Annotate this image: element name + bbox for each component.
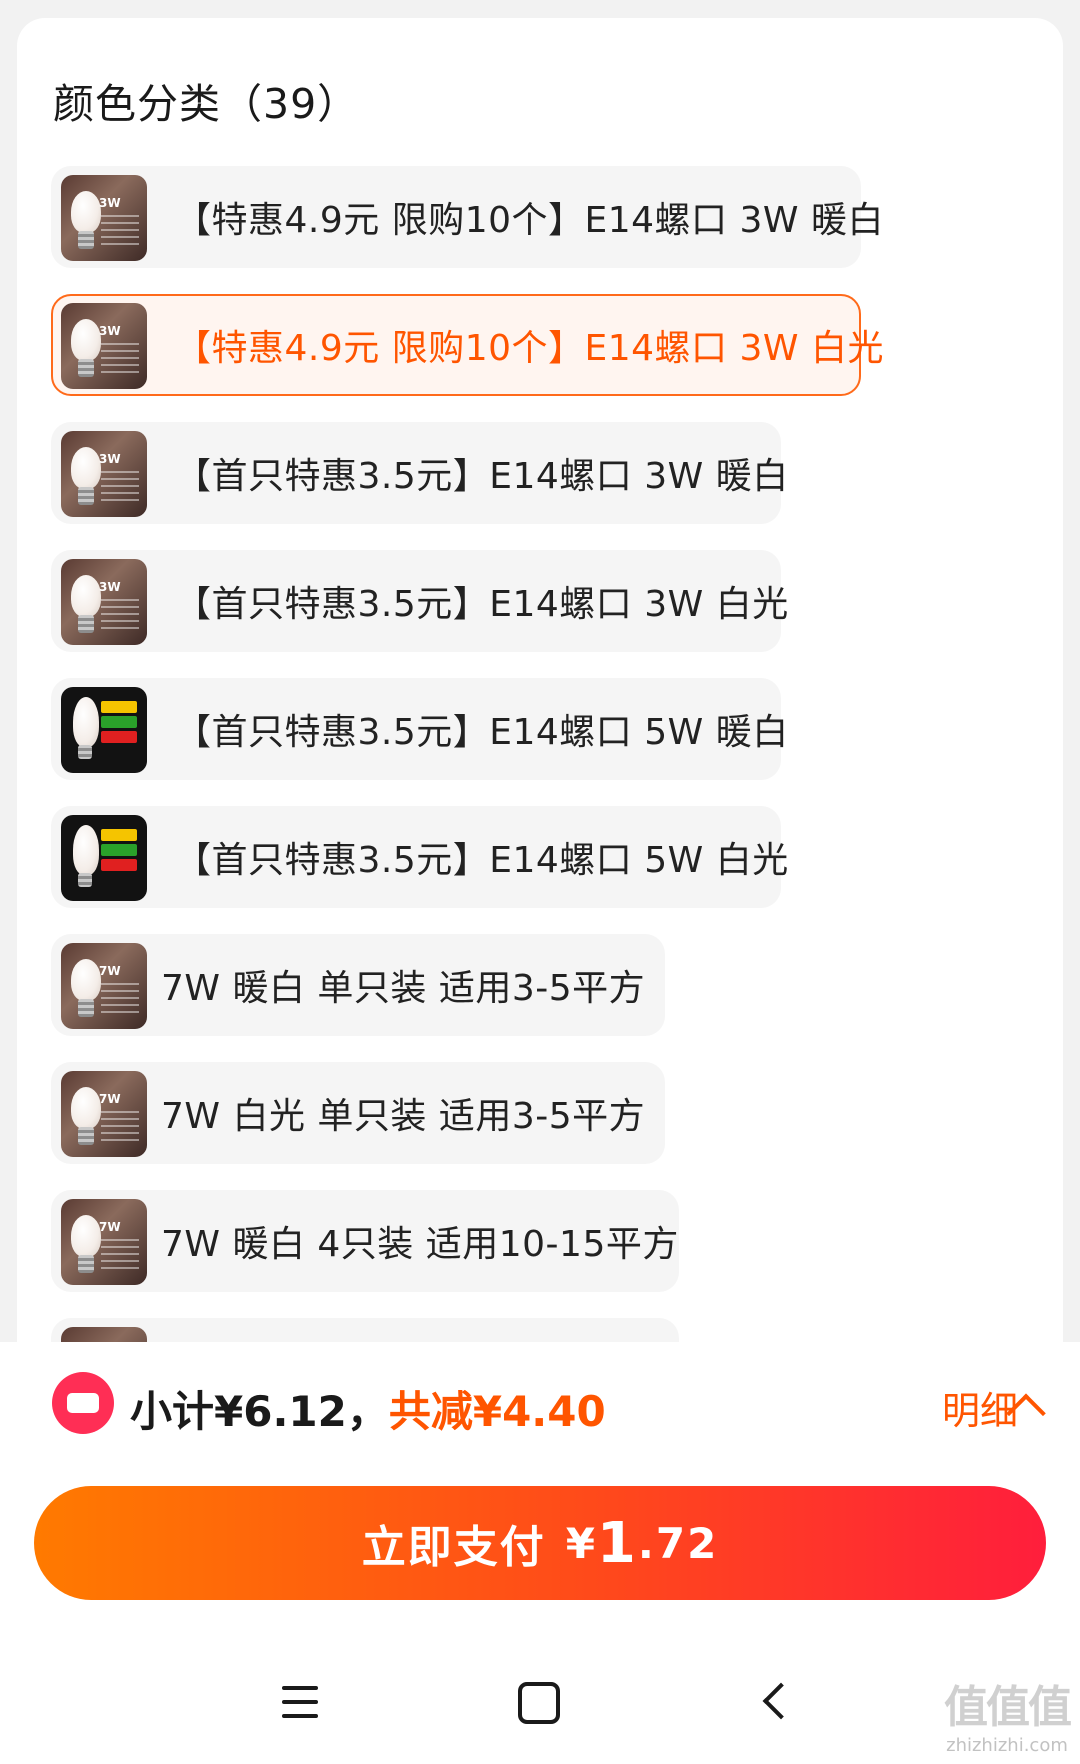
pay-amount-dec: .72 (637, 1518, 719, 1568)
bulb-icon (71, 1087, 101, 1129)
option-label: 【首只特惠3.5元】E14螺口 5W 暖白 (175, 712, 789, 753)
pay-amount-int: 1 (596, 1510, 638, 1576)
checkout-footer: 小计¥6.12，共减¥4.40 明细 立即支付 ¥1.72 值值值 zhizhi… (0, 1342, 1080, 1764)
product-thumbnail (61, 815, 147, 901)
bulb-base (78, 1127, 94, 1145)
product-thumbnail: 3W (61, 303, 147, 389)
pay-currency: ¥ (565, 1518, 597, 1568)
pay-button-label: 立即支付 (361, 1522, 546, 1573)
spec-lines (101, 1111, 139, 1141)
product-thumbnail: 7W (61, 943, 147, 1029)
bulb-base (78, 745, 92, 759)
option-label: 【首只特惠3.5元】E14螺口 5W 白光 (175, 840, 789, 881)
bulb-icon (71, 959, 101, 1001)
back-icon[interactable] (762, 1682, 800, 1720)
spec-tags (101, 701, 137, 755)
bulb-base (78, 487, 94, 505)
option-item[interactable]: 7W 7W 暖白 4只装 适用10-15平方 (51, 1190, 679, 1292)
option-label: 7W 暖白 单只装 适用3-5平方 (161, 968, 646, 1009)
sheet-title: 颜色分类（39） (53, 80, 360, 128)
option-item[interactable]: 7W 7W 白光 单只装 适用3-5平方 (51, 1062, 665, 1164)
subtotal-amount: 小计¥6.12， (130, 1387, 389, 1436)
bulb-icon (71, 191, 101, 233)
option-item[interactable]: 3W 【首只特惠3.5元】E14螺口 3W 暖白 (51, 422, 788, 524)
wattage-badge: 3W (99, 580, 121, 594)
wattage-badge: 7W (99, 1092, 121, 1106)
product-thumbnail: 3W (61, 431, 147, 517)
option-item[interactable]: 7W 7W 暖白 单只装 适用3-5平方 (51, 934, 665, 1036)
wattage-badge: 3W (99, 196, 121, 210)
product-thumbnail: 7W (61, 1071, 147, 1157)
sku-sheet: 颜色分类（39） 3W 【特惠4.9元 限购10个】E14螺口 3W 暖白 3W… (17, 18, 1063, 1418)
option-item-selected[interactable]: 3W 【特惠4.9元 限购10个】E14螺口 3W 白光 (51, 294, 883, 396)
pay-now-button[interactable]: 立即支付 ¥1.72 (34, 1486, 1046, 1600)
option-label: 【特惠4.9元 限购10个】E14螺口 3W 暖白 (175, 200, 884, 241)
wattage-badge: 7W (99, 1220, 121, 1234)
spec-tags (101, 829, 137, 883)
option-item[interactable]: 【首只特惠3.5元】E14螺口 5W 暖白 (51, 678, 788, 780)
bulb-icon (71, 319, 101, 361)
spec-lines (101, 215, 139, 245)
watermark-logo: 值值值 (944, 1682, 1072, 1733)
bulb-base (78, 615, 94, 633)
option-label: 【首只特惠3.5元】E14螺口 3W 白光 (175, 584, 789, 625)
watermark: 值值值 zhizhizhi.com (944, 1671, 1072, 1756)
detail-link[interactable]: 明细 (942, 1380, 1018, 1435)
bulb-icon (71, 447, 101, 489)
wattage-badge: 3W (99, 452, 121, 466)
option-label: 7W 暖白 4只装 适用10-15平方 (161, 1224, 679, 1265)
coupon-icon (52, 1372, 114, 1434)
option-item[interactable]: 3W 【首只特惠3.5元】E14螺口 3W 白光 (51, 550, 788, 652)
spec-lines (101, 1239, 139, 1269)
bulb-icon (71, 575, 101, 617)
option-item[interactable]: 3W 【特惠4.9元 限购10个】E14螺口 3W 暖白 (51, 166, 883, 268)
option-list: 3W 【特惠4.9元 限购10个】E14螺口 3W 暖白 3W 【特惠4.9元 … (51, 166, 883, 1418)
option-label: 【首只特惠3.5元】E14螺口 3W 暖白 (175, 456, 789, 497)
wattage-badge: 3W (99, 324, 121, 338)
option-item[interactable]: 【首只特惠3.5元】E14螺口 5W 白光 (51, 806, 788, 908)
subtotal-text: 小计¥6.12，共减¥4.40 (130, 1378, 606, 1439)
bulb-base (78, 999, 94, 1017)
bulb-base (78, 359, 94, 377)
menu-icon[interactable] (282, 1686, 318, 1718)
bulb-icon (73, 697, 99, 747)
home-icon[interactable] (518, 1682, 560, 1724)
bulb-base (78, 1255, 94, 1273)
discount-amount: 共减¥4.40 (388, 1387, 606, 1436)
spec-lines (101, 599, 139, 629)
spec-lines (101, 343, 139, 373)
option-label: 7W 白光 单只装 适用3-5平方 (161, 1096, 646, 1137)
option-label: 【特惠4.9元 限购10个】E14螺口 3W 白光 (175, 328, 884, 369)
bulb-icon (71, 1215, 101, 1257)
bulb-base (78, 873, 92, 887)
bulb-base (78, 231, 94, 249)
product-thumbnail (61, 687, 147, 773)
product-thumbnail: 3W (61, 559, 147, 645)
product-thumbnail: 3W (61, 175, 147, 261)
spec-lines (101, 471, 139, 501)
spec-lines (101, 983, 139, 1013)
wattage-badge: 7W (99, 964, 121, 978)
bulb-icon (73, 825, 99, 875)
watermark-url: zhizhizhi.com (946, 1735, 1068, 1756)
system-nav-bar (0, 1680, 1080, 1760)
product-thumbnail: 7W (61, 1199, 147, 1285)
